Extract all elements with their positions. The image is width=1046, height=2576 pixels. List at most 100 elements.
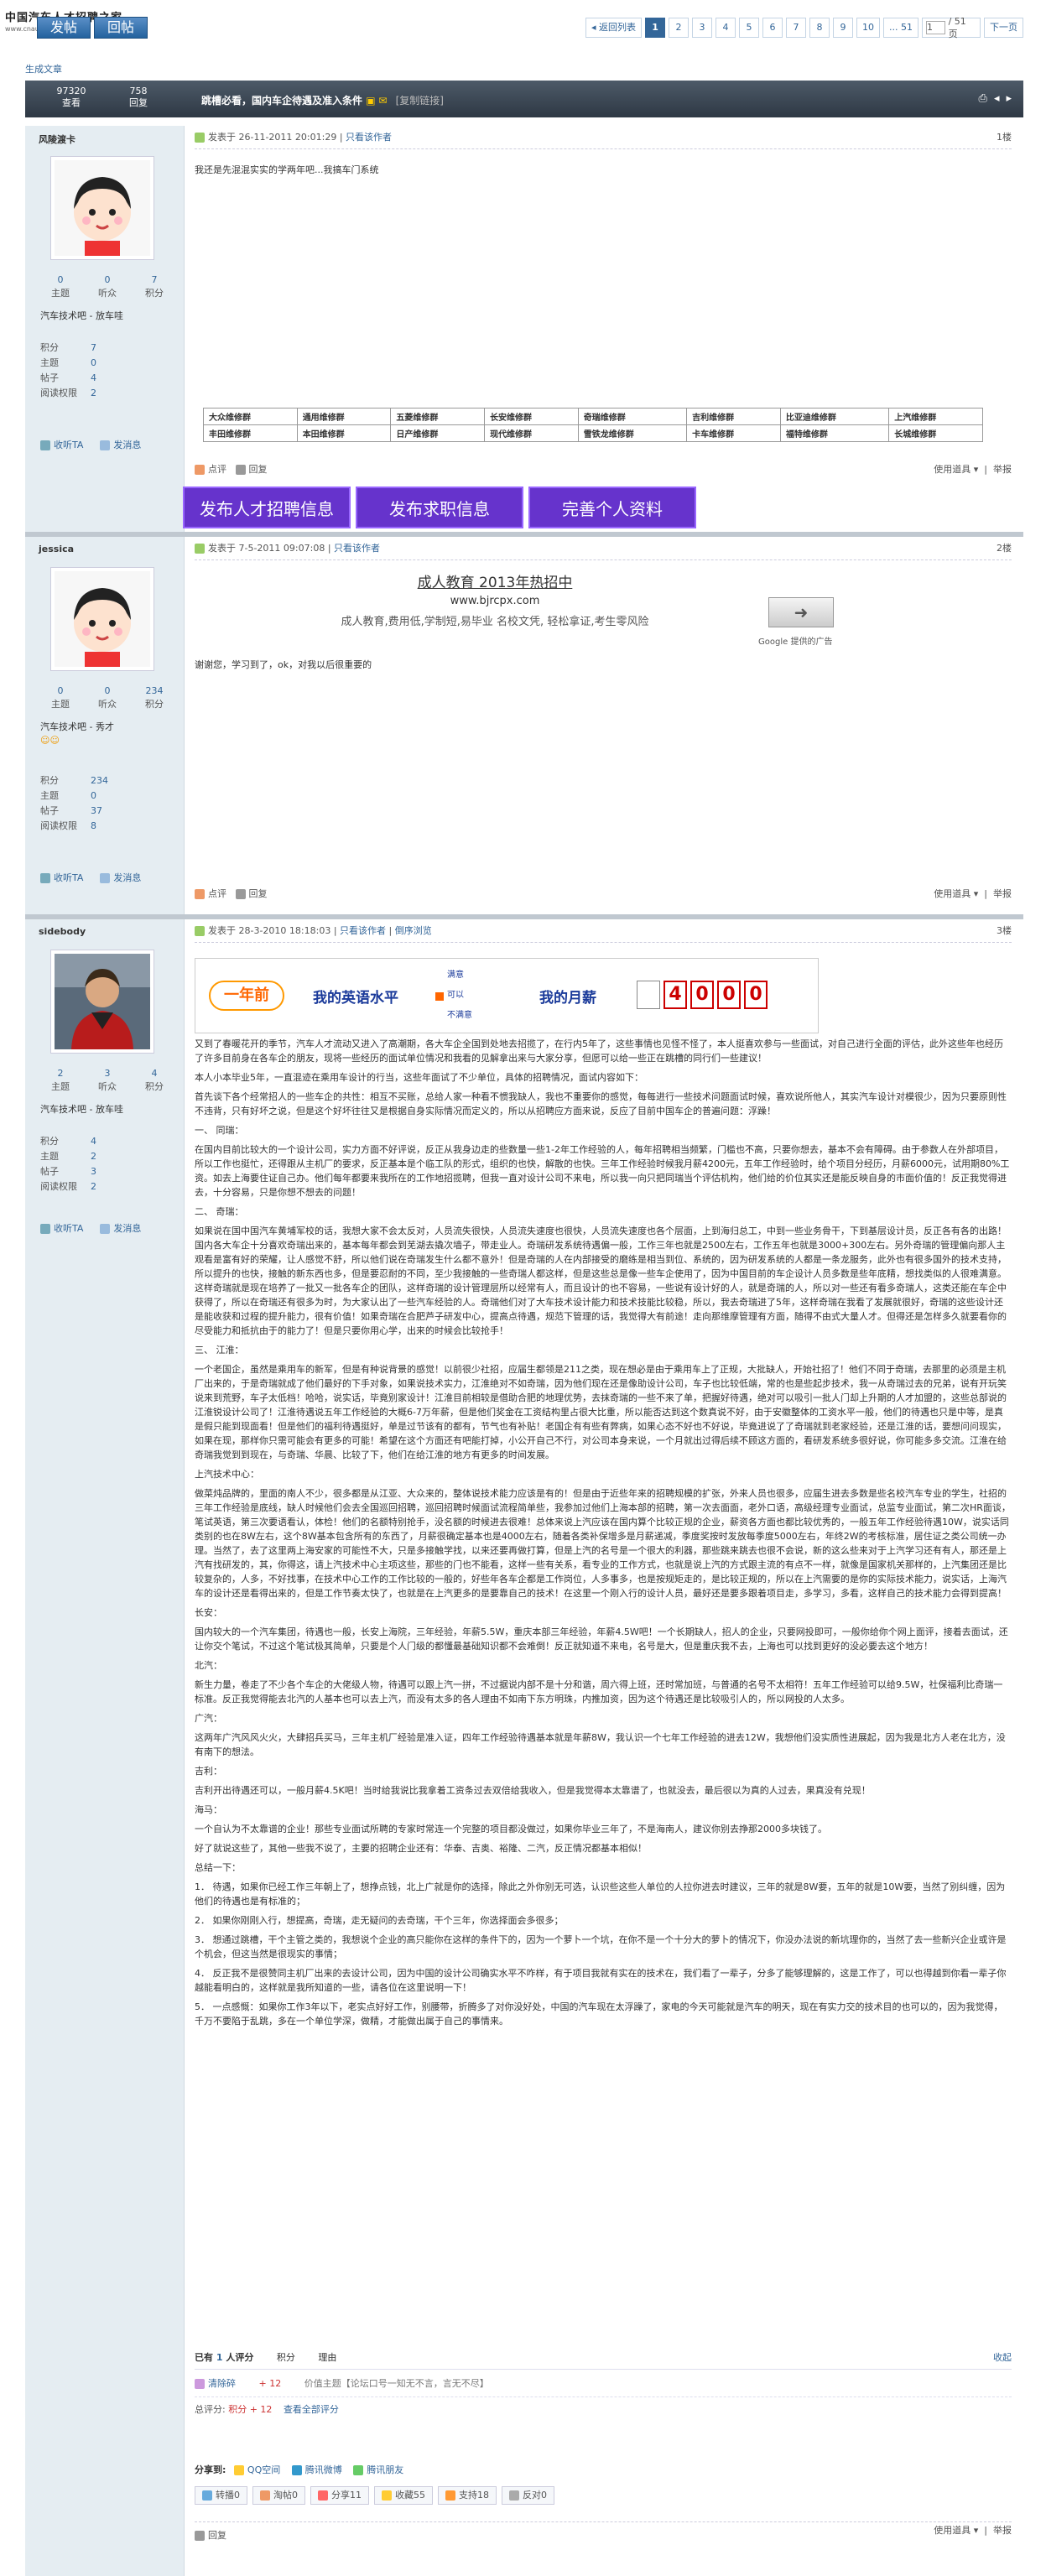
page-link[interactable]: 4	[716, 18, 736, 38]
follow-icon	[40, 440, 50, 450]
collect-button[interactable]: 淘帖0	[252, 2486, 305, 2505]
text-ad[interactable]: 成人教育 2013年热招中 www.bjrcpx.com 成人教育,费用低,学制…	[285, 570, 705, 628]
reply-link[interactable]: 回复	[195, 2530, 226, 2541]
page-link[interactable]: 7	[786, 18, 807, 38]
view-all-ratings-link[interactable]: 查看全部评分	[284, 2404, 339, 2415]
tools-link[interactable]: 使用道具	[934, 464, 971, 475]
page-jump-field[interactable]: 1/ 51 页	[922, 16, 981, 39]
arrow-right-icon: ➜	[794, 602, 809, 622]
group-link[interactable]: 比亚迪维修群	[779, 408, 890, 425]
group-link[interactable]: 五菱维修群	[390, 408, 486, 425]
prev-thread-icon[interactable]: ◂	[994, 92, 1000, 105]
oppose-button[interactable]: 反对0	[502, 2486, 554, 2505]
reply-link[interactable]: 回复	[235, 888, 268, 899]
copy-link[interactable]: [复制链接]	[396, 95, 444, 107]
only-author-link[interactable]: 只看该作者	[346, 132, 392, 143]
repost-button[interactable]: 转播0	[195, 2486, 247, 2505]
group-link[interactable]: 本田维修群	[296, 424, 392, 442]
group-link[interactable]: 大众维修群	[203, 408, 298, 425]
article-paragraph: 2． 如果你刚刚入行，想提高，奇瑞，走无疑问的去奇瑞，干个三年，你选择面会多很多…	[195, 1915, 564, 1926]
ad-go-button[interactable]: ➜	[768, 597, 834, 627]
profile-button[interactable]: 完善个人资料	[528, 487, 696, 528]
ad-title[interactable]: 成人教育 2013年热招中	[285, 570, 705, 591]
group-link[interactable]: 吉利维修群	[686, 408, 781, 425]
page-link[interactable]: 5	[739, 18, 760, 38]
follow-link[interactable]: 收听TA	[40, 438, 83, 451]
tools-link[interactable]: 使用道具	[934, 2525, 971, 2536]
group-link[interactable]: 长城维修群	[888, 424, 983, 442]
group-link[interactable]: 奇瑞维修群	[577, 408, 688, 425]
author-actions: 收听TA 发消息	[40, 438, 141, 451]
follow-link[interactable]: 收听TA	[40, 871, 83, 884]
group-link[interactable]: 雪铁龙维修群	[577, 424, 688, 442]
back-arrow-icon: ◂	[591, 22, 600, 33]
page-link[interactable]: 8	[809, 18, 830, 38]
group-link[interactable]: 日产维修群	[390, 424, 486, 442]
message-link[interactable]: 发消息	[100, 438, 141, 451]
collapse-link[interactable]: 收起	[993, 2350, 1012, 2364]
share-button[interactable]: 分享11	[310, 2486, 369, 2505]
post-body: 发表于 28-3-2010 18:18:03 | 只看该作者 | 倒序浏览 3楼…	[185, 919, 1023, 2576]
page-jump-input[interactable]: 1	[926, 21, 945, 34]
comment-link[interactable]: 点评	[195, 464, 226, 475]
share-tencent-friends[interactable]: 腾讯朋友	[353, 2464, 403, 2475]
group-link[interactable]: 长安维修群	[484, 408, 579, 425]
back-to-list-link[interactable]: ◂ 返回列表	[585, 18, 643, 38]
share-qzone[interactable]: QQ空间	[233, 2464, 280, 2475]
group-link[interactable]: 福特维修群	[779, 424, 890, 442]
recruit-button[interactable]: 发布人才招聘信息	[183, 487, 351, 528]
page-link[interactable]: 3	[692, 18, 713, 38]
page-link[interactable]: 2	[669, 18, 690, 38]
views-stat: 97320 查看	[56, 86, 86, 108]
reverse-order-link[interactable]: 倒序浏览	[395, 925, 432, 936]
article-paragraph: 又到了春暖花开的季节，汽车人才流动又进入了高潮期，各大车企全国到处地去招揽了，在…	[195, 1038, 1003, 1064]
group-link[interactable]: 上汽维修群	[888, 408, 983, 425]
page-link[interactable]: ... 51	[883, 18, 919, 38]
rater-name[interactable]: 清除碎	[208, 2378, 236, 2389]
comment-link[interactable]: 点评	[195, 888, 226, 899]
article-paragraph: 总结一下：	[195, 1862, 241, 1873]
reply-button[interactable]: 回帖	[94, 17, 148, 39]
jobseek-button[interactable]: 发布求职信息	[356, 487, 523, 528]
reply-icon	[235, 889, 246, 899]
author-name[interactable]: sidebody	[39, 926, 86, 937]
follow-link[interactable]: 收听TA	[40, 1221, 83, 1235]
article-paragraph: 在国内目前比较大的一个设计公司，实力方面不好评说，反正从我身边走的些数量一些1-…	[195, 1144, 1010, 1198]
page-link[interactable]: 10	[856, 18, 881, 38]
article-paragraph: 海马：	[195, 1804, 222, 1815]
group-link[interactable]: 丰田维修群	[203, 424, 298, 442]
message-link[interactable]: 发消息	[100, 1221, 141, 1235]
ad-brand[interactable]: Google 提供的广告	[758, 634, 832, 647]
ad-banner[interactable]: 一年前 我的英语水平 满意 可以 不满意 我的月薪 4 0 0 0	[195, 958, 819, 1033]
next-page-link[interactable]: 下一页	[984, 18, 1023, 38]
avatar[interactable]	[50, 950, 154, 1054]
share-tencent-weibo[interactable]: 腾讯微博	[291, 2464, 342, 2475]
print-icon[interactable]: ⎙	[979, 92, 987, 105]
article-paragraph: 三、 江淮：	[195, 1345, 244, 1356]
report-link[interactable]: 举报	[993, 2525, 1012, 2536]
page-link[interactable]: 1	[645, 18, 666, 38]
only-author-link[interactable]: 只看该作者	[340, 925, 386, 936]
page-link[interactable]: 9	[833, 18, 854, 38]
avatar[interactable]	[50, 156, 154, 260]
report-link[interactable]: 举报	[993, 888, 1012, 899]
next-thread-icon[interactable]: ▸	[1006, 92, 1012, 105]
only-author-link[interactable]: 只看该作者	[334, 543, 380, 554]
floor-number: 3楼	[997, 925, 1012, 936]
message-link[interactable]: 发消息	[100, 871, 141, 884]
support-button[interactable]: 支持18	[438, 2486, 497, 2505]
avatar[interactable]	[50, 567, 154, 671]
reply-link[interactable]: 回复	[235, 464, 268, 475]
group-link[interactable]: 卡车维修群	[686, 424, 781, 442]
report-link[interactable]: 举报	[993, 464, 1012, 475]
ad-url[interactable]: www.bjrcpx.com	[285, 595, 705, 607]
page-link[interactable]: 6	[762, 18, 783, 38]
favorite-button[interactable]: 收藏55	[374, 2486, 433, 2505]
author-name[interactable]: 风陵渡卡	[39, 133, 75, 146]
breadcrumb[interactable]: 生成文章	[25, 62, 62, 75]
group-link[interactable]: 现代维修群	[484, 424, 579, 442]
author-name[interactable]: jessica	[39, 544, 74, 554]
post-button[interactable]: 发帖	[37, 17, 91, 39]
group-link[interactable]: 通用维修群	[296, 408, 392, 425]
tools-link[interactable]: 使用道具	[934, 888, 971, 899]
